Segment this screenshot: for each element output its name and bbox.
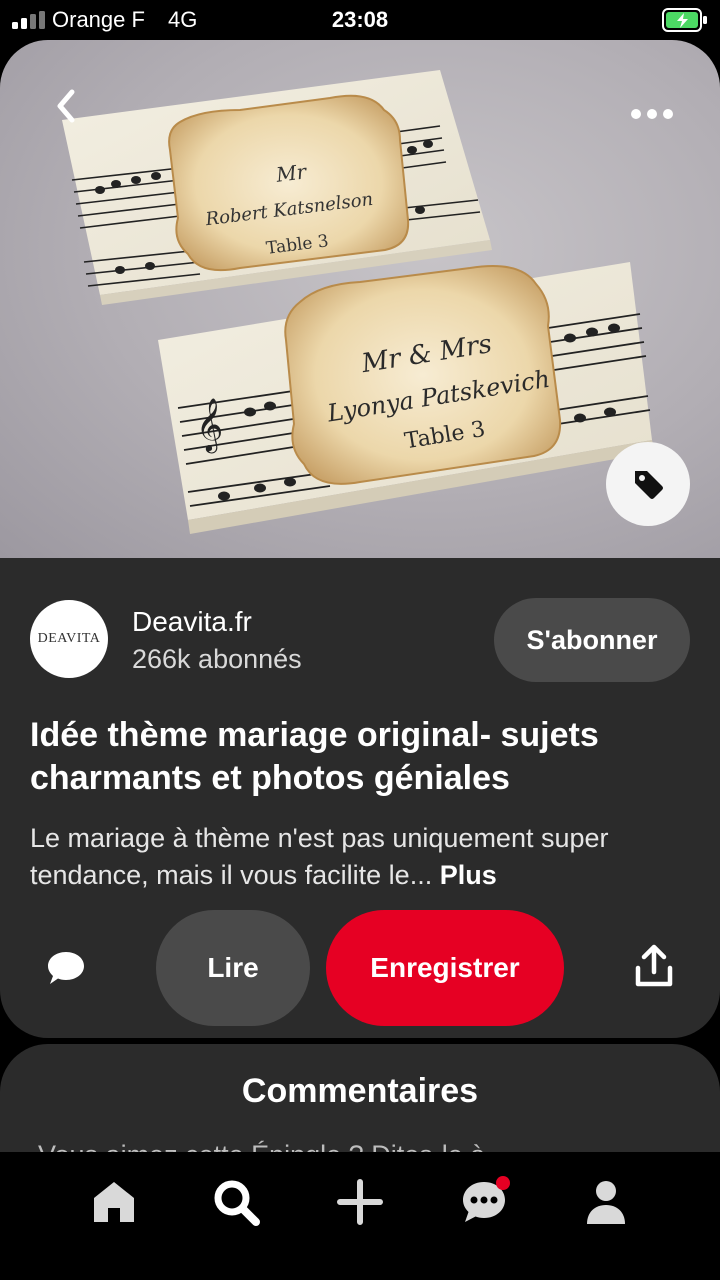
- author-name[interactable]: Deavita.fr: [132, 606, 252, 638]
- pin-description: Le mariage à thème n'est pas uniquement …: [30, 820, 690, 894]
- share-icon[interactable]: [634, 944, 674, 988]
- comments-title: Commentaires: [241, 1072, 479, 1110]
- nav-profile[interactable]: [576, 1172, 636, 1232]
- search-icon: [214, 1180, 260, 1226]
- subscribe-button[interactable]: S'abonner: [494, 598, 690, 682]
- pin-description-text: Le mariage à thème n'est pas uniquement …: [30, 823, 609, 890]
- plus-icon: [337, 1179, 383, 1225]
- avatar-logo-text: DEAVITA: [37, 631, 101, 646]
- battery-charging-icon: [662, 8, 707, 32]
- home-icon: [94, 1182, 134, 1222]
- back-card-line1: Mr: [274, 159, 309, 187]
- save-button[interactable]: Enregistrer: [326, 910, 564, 1026]
- nav-search[interactable]: [206, 1172, 266, 1232]
- treble-clef-glyph: 𝄞: [196, 397, 223, 453]
- nav-create[interactable]: [330, 1172, 390, 1232]
- nav-home[interactable]: [84, 1172, 144, 1232]
- profile-icon: [587, 1181, 625, 1224]
- comment-icon[interactable]: [44, 946, 88, 990]
- more-link[interactable]: Plus: [440, 860, 497, 890]
- pin-card: Mr Robert Katsnelson Table 3 𝄞 Mr & Mrs …: [0, 40, 720, 1038]
- clock: 23:08: [331, 7, 389, 32]
- pin-photo[interactable]: Mr Robert Katsnelson Table 3 𝄞 Mr & Mrs …: [0, 40, 720, 558]
- shop-tag-button[interactable]: [606, 442, 690, 526]
- notification-dot: [496, 1176, 510, 1190]
- follower-count: 266k abonnés: [132, 644, 302, 674]
- more-options-icon[interactable]: [630, 102, 674, 126]
- nav-messages[interactable]: [454, 1172, 514, 1232]
- action-row: Lire Enregistrer: [0, 910, 720, 1026]
- bottom-nav: [0, 1152, 720, 1280]
- status-bar: Orange F 4G 23:08: [0, 0, 720, 40]
- pin-title: Idée thème mariage original- sujets char…: [30, 716, 599, 797]
- tag-icon: [635, 471, 663, 499]
- chevron-left-icon: [57, 89, 75, 123]
- avatar[interactable]: DEAVITA: [30, 600, 108, 678]
- author-row: DEAVITA Deavita.fr 266k abonnés S'abonne…: [30, 598, 690, 684]
- back-button[interactable]: [44, 84, 88, 128]
- read-button[interactable]: Lire: [156, 910, 310, 1026]
